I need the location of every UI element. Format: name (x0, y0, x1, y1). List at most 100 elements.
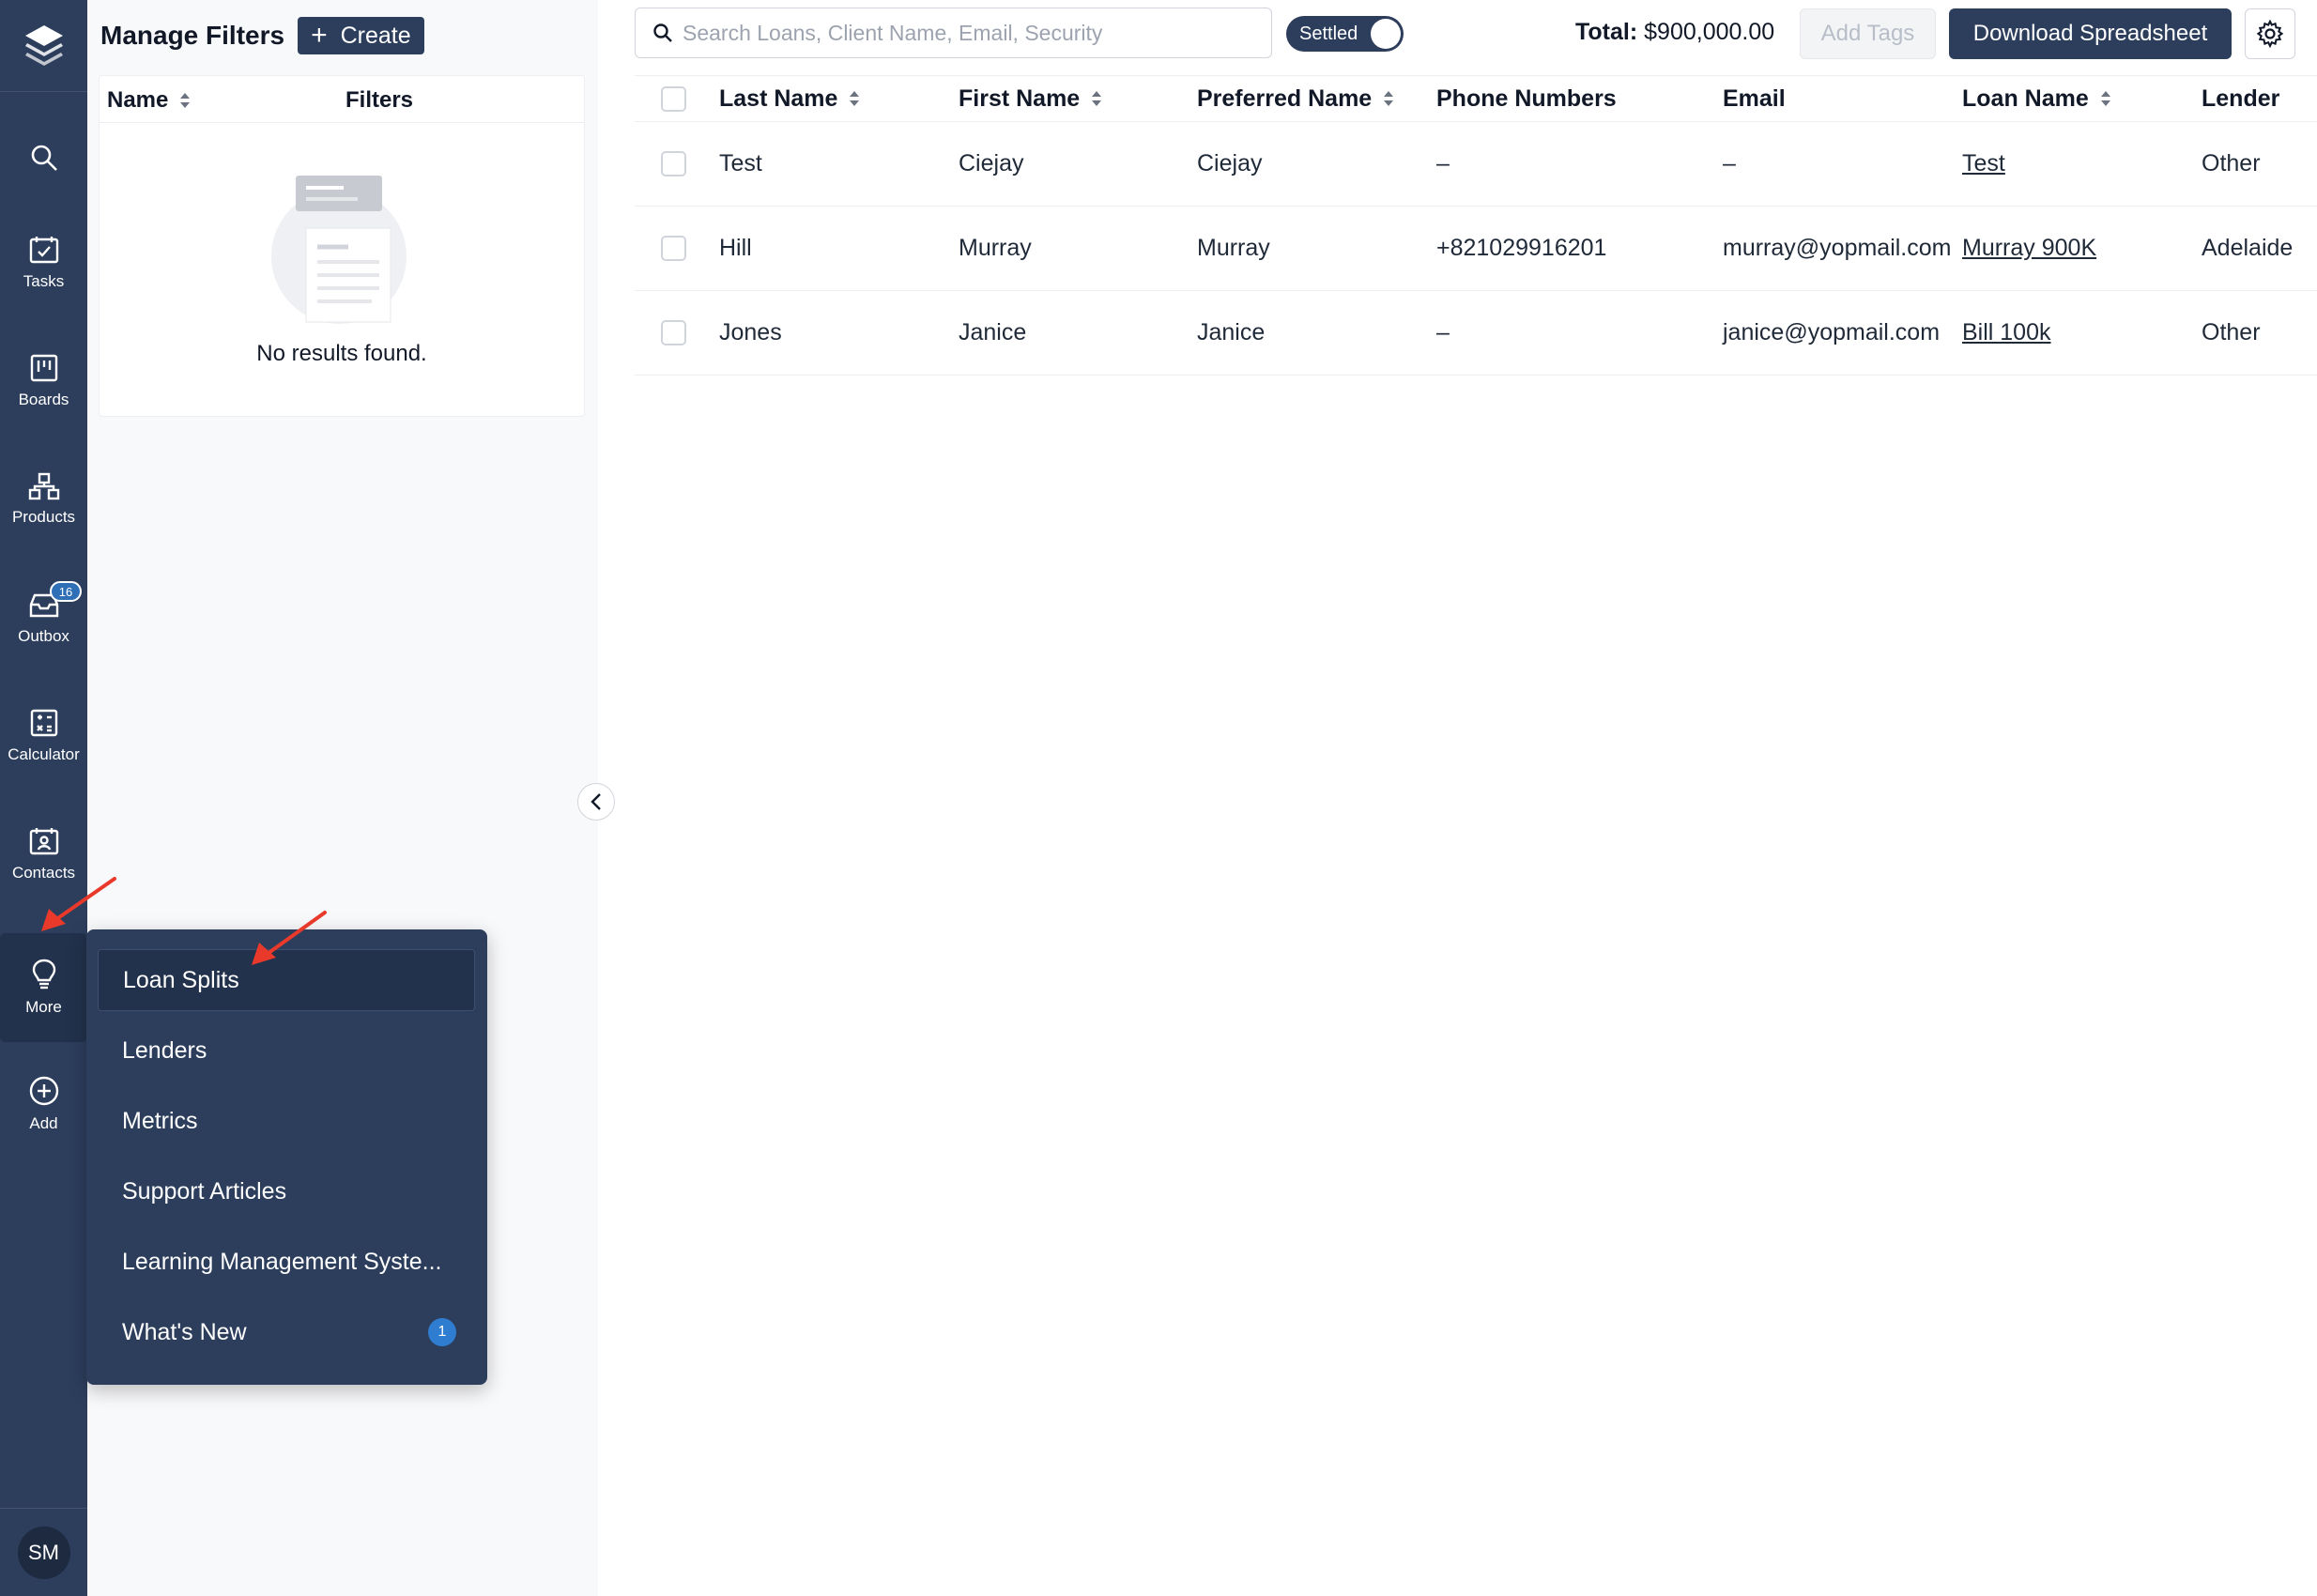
toggle-knob (1371, 19, 1401, 49)
cell-last-name: Test (719, 150, 762, 176)
total-value: $900,000.00 (1644, 19, 1775, 45)
stack-logo-icon (24, 24, 63, 66)
cell-preferred-name: Ciejay (1197, 150, 1263, 176)
row-checkbox[interactable] (661, 320, 686, 345)
column-header-lender: Lender (2202, 84, 2280, 112)
tasks-icon (29, 237, 58, 264)
cell-loan-name-link[interactable]: Bill 100k (1962, 291, 2051, 375)
column-header-label: First Name (959, 84, 1081, 112)
boards-icon (30, 354, 57, 382)
nav-label-tasks: Tasks (23, 272, 65, 290)
lightbulb-icon (32, 959, 55, 990)
sort-icon (1092, 91, 1102, 106)
settled-toggle[interactable]: Settled (1286, 16, 1404, 52)
add-tags-button[interactable]: Add Tags (1800, 8, 1936, 59)
annotation-arrow-icon (41, 877, 116, 931)
column-header-name-label: Name (107, 87, 169, 113)
column-header-first-name[interactable]: First Name (959, 76, 1102, 121)
avatar[interactable]: SM (17, 1526, 70, 1579)
menu-item-learning-management[interactable]: Learning Management Syste... (98, 1231, 475, 1293)
cell-loan-name-link[interactable]: Test (1962, 122, 2005, 206)
select-all-checkbox-cell (661, 76, 686, 121)
annotation-arrow-icon (252, 911, 327, 965)
row-checkbox-cell (661, 291, 686, 375)
page-title: Manage Filters (100, 21, 285, 50)
cell-lender: Other (2202, 150, 2261, 176)
column-header-label: Preferred Name (1197, 84, 1373, 112)
loans-table: Last Name First Name Preferred Name Phon… (635, 75, 2317, 376)
menu-item-whats-new[interactable]: What's New 1 (98, 1301, 475, 1363)
row-checkbox[interactable] (661, 151, 686, 176)
nav-boards[interactable]: Boards (0, 329, 87, 434)
filters-header: Manage Filters + Create (100, 0, 424, 71)
table-row[interactable]: Hill Murray Murray +821029916201 murray@… (635, 207, 2317, 291)
plus-icon: + (311, 20, 328, 51)
sort-icon (1384, 91, 1394, 106)
nav-label-add: Add (29, 1114, 58, 1132)
cell-first-name: Ciejay (959, 150, 1024, 176)
nav-more[interactable]: More (0, 933, 87, 1042)
chevron-left-icon (591, 793, 601, 810)
column-header-last-name[interactable]: Last Name (719, 76, 860, 121)
cell-phone: +821029916201 (1436, 235, 1607, 261)
total-amount: Total: $900,000.00 (1575, 19, 1774, 46)
outbox-count-badge: 16 (50, 581, 82, 602)
table-row[interactable]: Jones Janice Janice – janice@yopmail.com… (635, 291, 2317, 376)
cell-email: janice@yopmail.com (1723, 319, 1941, 345)
column-header-loan-name[interactable]: Loan Name (1962, 76, 2111, 121)
nav-products[interactable]: Products (0, 447, 87, 552)
settled-toggle-label: Settled (1299, 23, 1358, 44)
app-logo[interactable] (0, 0, 87, 92)
products-icon (28, 472, 59, 500)
create-filter-button[interactable]: + Create (298, 17, 424, 54)
cell-last-name: Jones (719, 319, 782, 345)
menu-item-lenders[interactable]: Lenders (98, 1020, 475, 1082)
whats-new-badge: 1 (428, 1318, 456, 1346)
cell-loan-name-link[interactable]: Murray 900K (1962, 207, 2096, 290)
cell-preferred-name: Janice (1197, 319, 1266, 345)
empty-state-illustration (271, 176, 407, 324)
search-icon (653, 23, 672, 42)
select-all-checkbox[interactable] (661, 85, 686, 112)
settings-button[interactable] (2245, 8, 2295, 59)
column-header-filters: Filters (345, 87, 414, 113)
search-input[interactable] (683, 20, 1246, 46)
column-header-name[interactable]: Name (107, 87, 191, 114)
column-header-preferred-name[interactable]: Preferred Name (1197, 76, 1394, 121)
menu-item-metrics[interactable]: Metrics (98, 1090, 475, 1152)
nav-label-outbox: Outbox (18, 627, 69, 645)
menu-item-support-articles[interactable]: Support Articles (98, 1160, 475, 1222)
create-button-label: Create (340, 22, 411, 49)
column-header-email: Email (1723, 84, 1786, 112)
cell-first-name: Janice (959, 319, 1027, 345)
sort-icon (850, 91, 860, 106)
more-menu: Loan Splits Lenders Metrics Support Arti… (86, 929, 487, 1385)
nav-label-boards: Boards (18, 391, 69, 408)
nav-outbox[interactable]: 16 Outbox (0, 565, 87, 670)
nav-tasks[interactable]: Tasks (0, 210, 87, 315)
cell-preferred-name: Murray (1197, 235, 1270, 261)
download-spreadsheet-button[interactable]: Download Spreadsheet (1949, 8, 2232, 59)
nav-label-products: Products (11, 508, 76, 526)
total-label: Total: (1575, 19, 1638, 45)
nav-calculator[interactable]: Calculator (0, 683, 87, 789)
table-row[interactable]: Test Ciejay Ciejay – – Test Other (635, 122, 2317, 207)
filters-table-header: Name Filters (100, 76, 584, 123)
nav-label-more: More (25, 998, 62, 1016)
gear-icon (2256, 20, 2284, 48)
sort-icon (180, 93, 191, 108)
row-checkbox-cell (661, 207, 686, 290)
calculator-icon (30, 709, 57, 737)
row-checkbox-cell (661, 122, 686, 206)
cell-phone: – (1436, 319, 1450, 345)
collapse-panel-button[interactable] (577, 783, 615, 821)
column-header-label: Loan Name (1962, 84, 2089, 112)
left-navigation: Tasks Boards Products 16 Outbox Calculat… (0, 0, 87, 1596)
column-header-phone-numbers: Phone Numbers (1436, 84, 1617, 112)
nav-add[interactable]: Add (0, 1051, 87, 1157)
nav-search[interactable] (0, 105, 87, 210)
row-checkbox[interactable] (661, 236, 686, 261)
search-box[interactable] (635, 8, 1272, 58)
column-header-label: Last Name (719, 84, 838, 112)
contacts-icon (29, 828, 58, 855)
